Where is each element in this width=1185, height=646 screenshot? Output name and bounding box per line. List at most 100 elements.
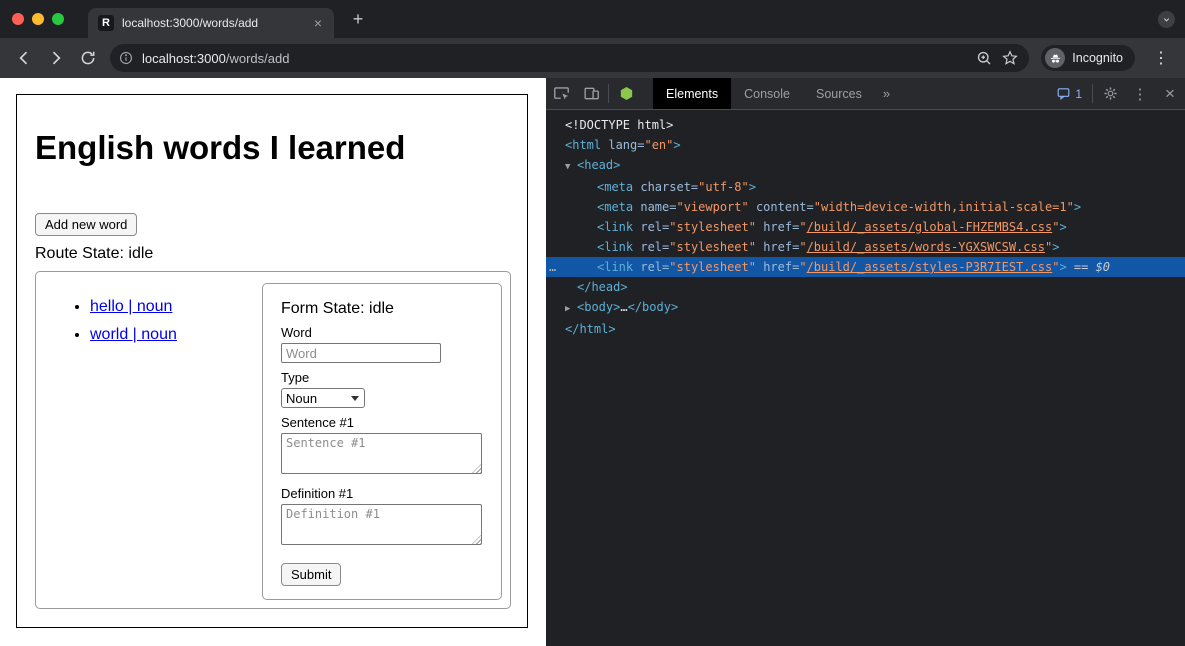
code-token: content= [749, 200, 814, 214]
close-window-button[interactable] [12, 13, 24, 25]
code-token: " [799, 220, 806, 234]
code-token: href= [756, 220, 799, 234]
word-link[interactable]: world | noun [90, 326, 177, 343]
code-token: href= [756, 240, 799, 254]
browser-window: R localhost:3000/words/add × + localhost… [0, 0, 1185, 646]
browser-tab[interactable]: R localhost:3000/words/add × [88, 8, 334, 38]
message-count: 1 [1075, 87, 1082, 101]
code-token: </body> [628, 300, 679, 314]
code-line[interactable]: </html> [546, 319, 1185, 339]
devtools-settings-button[interactable] [1095, 78, 1125, 109]
code-token: "width=device-width,initial-scale=1" [814, 200, 1074, 214]
add-word-button[interactable]: Add new word [35, 213, 137, 236]
code-token: > [673, 138, 680, 152]
code-line[interactable]: <!DOCTYPE html> [546, 115, 1185, 135]
expand-toggle-icon[interactable]: ▼ [565, 157, 577, 177]
form-state-text: Form State: idle [281, 300, 483, 318]
new-tab-button[interactable]: + [346, 7, 370, 31]
device-toolbar-button[interactable] [576, 78, 606, 109]
url-bar[interactable]: localhost:3000/words/add [110, 44, 1029, 72]
code-line[interactable]: ▼<head> [546, 155, 1185, 177]
submit-button[interactable]: Submit [281, 563, 341, 586]
reload-button[interactable] [78, 48, 98, 68]
code-token: rel= [640, 220, 669, 234]
code-token: " [799, 260, 806, 274]
tab-title: localhost:3000/words/add [122, 16, 304, 30]
tab-bar: R localhost:3000/words/add × + [0, 0, 1185, 38]
code-token: … [620, 300, 627, 314]
browser-menu-button[interactable]: ⋮ [1147, 48, 1175, 68]
console-messages-button[interactable]: 1 [1048, 78, 1090, 109]
code-line[interactable]: …<link rel="stylesheet" href="/build/_as… [546, 257, 1185, 277]
code-line[interactable]: ▶<body>…</body> [546, 297, 1185, 319]
tab-sources[interactable]: Sources [803, 78, 875, 109]
code-token: "viewport" [676, 200, 748, 214]
code-token: charset= [640, 180, 698, 194]
profile-button[interactable] [1158, 11, 1175, 28]
site-info-icon[interactable] [118, 50, 134, 66]
sentence-textarea[interactable] [281, 433, 482, 474]
code-token: "en" [644, 138, 673, 152]
close-tab-icon[interactable]: × [312, 14, 324, 32]
devtools-toolbar: Elements Console Sources » 1 ⋮ × [546, 78, 1185, 110]
toolbar-divider [1092, 84, 1093, 103]
tab-console[interactable]: Console [731, 78, 803, 109]
code-token: name= [640, 200, 676, 214]
code-token: <html [565, 138, 608, 152]
code-token: " [799, 240, 806, 254]
fullscreen-window-button[interactable] [52, 13, 64, 25]
code-token: rel= [640, 260, 669, 274]
code-token: > [749, 180, 756, 194]
more-tabs-button[interactable]: » [875, 78, 898, 109]
zoom-icon[interactable] [975, 49, 993, 67]
code-token: </html> [565, 322, 616, 336]
forward-button[interactable] [46, 48, 66, 68]
code-token: /build/_assets/words-YGXSWCSW.css [807, 240, 1045, 254]
bookmark-star-icon[interactable] [1001, 49, 1019, 67]
words-panel: hello | noun world | noun Form State: id… [35, 271, 511, 609]
route-state-text: Route State: idle [35, 245, 509, 263]
code-line[interactable]: </head> [546, 277, 1185, 297]
code-line[interactable]: <link rel="stylesheet" href="/build/_ass… [546, 237, 1185, 257]
dom-tree: <!DOCTYPE html><html lang="en">▼<head><m… [546, 110, 1185, 339]
code-token: "stylesheet" [669, 220, 756, 234]
incognito-label: Incognito [1072, 51, 1123, 65]
code-line[interactable]: <meta name="viewport" content="width=dev… [546, 197, 1185, 217]
word-input[interactable] [281, 343, 441, 363]
code-token: > [1052, 240, 1059, 254]
code-token: href= [756, 260, 799, 274]
word-link[interactable]: hello | noun [90, 298, 172, 315]
node-hexagon-icon[interactable] [611, 78, 641, 109]
devtools-tabs: Elements Console Sources » [653, 78, 898, 109]
code-token: "stylesheet" [669, 240, 756, 254]
definition-textarea[interactable] [281, 504, 482, 545]
toolbar-spacer [898, 78, 1048, 109]
add-word-form: Form State: idle Word Type Noun Sentence… [262, 283, 502, 600]
code-token: <meta [597, 180, 640, 194]
code-token: <meta [597, 200, 640, 214]
definition-label: Definition #1 [281, 486, 483, 501]
minimize-window-button[interactable] [32, 13, 44, 25]
code-token: /build/_assets/global-FHZEMBS4.css [807, 220, 1053, 234]
code-line[interactable]: <meta charset="utf-8"> [546, 177, 1185, 197]
code-line[interactable]: <html lang="en"> [546, 135, 1185, 155]
back-button[interactable] [14, 48, 34, 68]
more-actions-icon[interactable]: … [549, 257, 555, 277]
type-label: Type [281, 370, 483, 385]
code-token: lang= [608, 138, 644, 152]
gear-icon [1102, 85, 1119, 102]
sentence-label: Sentence #1 [281, 415, 483, 430]
browser-toolbar: localhost:3000/words/add Incognito ⋮ [0, 38, 1185, 78]
tab-elements[interactable]: Elements [653, 78, 731, 109]
code-token: rel= [640, 240, 669, 254]
devtools-menu-button[interactable]: ⋮ [1125, 78, 1155, 109]
url-text: localhost:3000/words/add [142, 51, 967, 66]
inspect-element-button[interactable] [546, 78, 576, 109]
code-token: <!DOCTYPE html> [565, 118, 673, 132]
expand-toggle-icon[interactable]: ▶ [565, 299, 577, 319]
type-select[interactable]: Noun [281, 388, 365, 408]
code-token: <link [597, 260, 640, 274]
devtools-panel: Elements Console Sources » 1 ⋮ × <!DOCTY… [546, 78, 1185, 646]
devtools-close-button[interactable]: × [1155, 78, 1185, 109]
code-line[interactable]: <link rel="stylesheet" href="/build/_ass… [546, 217, 1185, 237]
